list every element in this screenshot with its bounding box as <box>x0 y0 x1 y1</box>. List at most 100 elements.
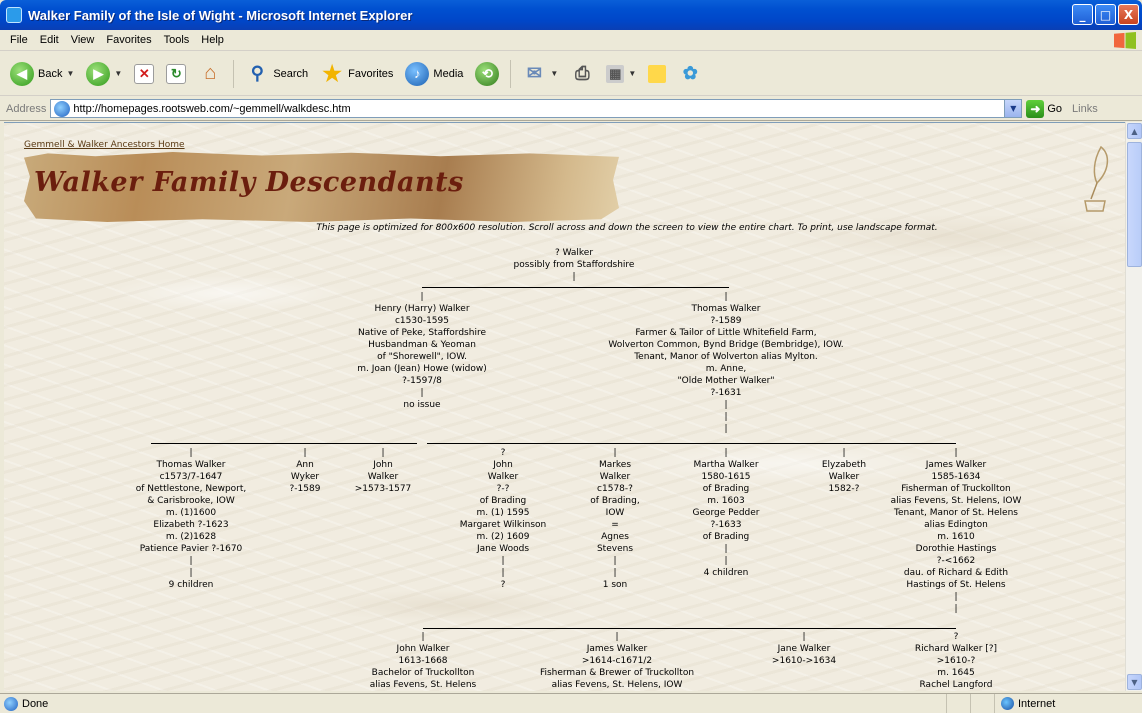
tree-connector <box>427 443 956 444</box>
go-label: Go <box>1047 102 1063 115</box>
stop-button[interactable]: ✕ <box>130 62 158 86</box>
tree-line-text: Tenant, Manor of St. Helens <box>894 508 1018 518</box>
scroll-thumb[interactable] <box>1127 142 1142 267</box>
menu-edit[interactable]: Edit <box>34 34 65 46</box>
tree-line-text: Hastings of St. Helens <box>906 580 1006 590</box>
home-link[interactable]: Gemmell & Walker Ancestors Home <box>24 140 185 150</box>
star-icon: ★ <box>322 60 343 86</box>
tree-node-gen4: ? Richard Walker [?] >1610-? m. 1645 Rachel … <box>806 631 1106 691</box>
window-title: Walker Family of the Isle of Wight - Mic… <box>28 7 413 23</box>
scroll-up-button[interactable]: ▲ <box>1127 123 1142 139</box>
menu-help[interactable]: Help <box>195 34 230 46</box>
toolbar-separator <box>233 59 235 88</box>
tree-line-text: alias Fevens, St. Helens, IOW <box>551 680 683 690</box>
edit-icon: ▦ <box>606 64 625 83</box>
search-button[interactable]: ⚲ Search <box>241 60 312 88</box>
tree-line-text: ?-1589 <box>710 316 742 326</box>
tree-line-text: | <box>954 592 958 602</box>
tree-line-text: | <box>189 568 193 578</box>
tree-node-thomas-sr: | Thomas Walker ?-1589 Farmer & Tailor of L… <box>576 291 876 435</box>
tree-line-text: alias Edington <box>924 520 988 530</box>
tree-line-text: m. Anne, <box>705 364 747 374</box>
tree-line-text: ? <box>953 632 959 642</box>
chevron-down-icon[interactable]: ▼ <box>628 69 636 78</box>
tree-connector <box>423 628 956 629</box>
close-button[interactable]: X <box>1118 4 1139 25</box>
tree-line-text: | <box>572 272 576 282</box>
go-button[interactable]: ➜ Go <box>1026 99 1063 118</box>
tree-line-text: m. 1610 <box>937 532 975 542</box>
menu-favorites[interactable]: Favorites <box>100 34 157 46</box>
tree-line-text: Rachel Langford <box>919 680 993 690</box>
tree-line-text: | <box>189 556 193 566</box>
tree-connector <box>151 443 417 444</box>
tree-line-text: Henry (Harry) Walker <box>374 304 470 314</box>
home-button[interactable]: ⌂ <box>194 60 226 88</box>
tree-line-text: "Olde Mother Walker" <box>677 376 775 386</box>
mail-icon: ✉ <box>526 63 542 83</box>
maximize-button[interactable]: □ <box>1095 4 1116 25</box>
address-label: Address <box>6 102 47 115</box>
home-icon: ⌂ <box>204 62 217 84</box>
back-arrow-icon: ◀ <box>10 61 34 86</box>
tree-connector <box>422 287 729 288</box>
chevron-down-icon[interactable]: ▼ <box>66 69 74 78</box>
discuss-button[interactable] <box>644 63 670 85</box>
chevron-down-icon[interactable]: ▼ <box>1004 100 1022 117</box>
tree-line-text: | <box>724 412 728 422</box>
chevron-down-icon[interactable]: ▼ <box>114 69 122 78</box>
tree-line-text: possibly from Staffordshire <box>513 260 635 270</box>
tree-line-text: c1530-1595 <box>394 316 449 326</box>
status-bar: Done Internet <box>0 693 1142 713</box>
refresh-button[interactable]: ↻ <box>162 62 190 86</box>
tree-line-text: | <box>724 400 728 410</box>
messenger-button[interactable]: ✿ <box>674 60 706 88</box>
forward-arrow-icon: ▶ <box>86 61 111 86</box>
tree-line-text: Richard Walker [?] <box>914 644 998 654</box>
quill-icon <box>1084 145 1109 212</box>
menu-file[interactable]: File <box>4 34 34 46</box>
tree-line-text: | <box>420 292 424 302</box>
scroll-down-button[interactable]: ▼ <box>1127 674 1142 690</box>
address-bar: Address ▼ ➜ Go Links <box>0 97 1142 121</box>
page-content[interactable]: Gemmell & Walker Ancestors Home Walker F… <box>4 122 1125 691</box>
resolution-notice: This page is optimized for 800x600 resol… <box>316 223 938 233</box>
back-button[interactable]: ◀ Back ▼ <box>6 60 78 88</box>
address-field[interactable]: ▼ <box>50 99 1023 118</box>
forward-button[interactable]: ▶ ▼ <box>82 60 126 88</box>
minimize-button[interactable]: _ <box>1072 4 1093 25</box>
note-icon <box>648 64 667 83</box>
tree-line-text: | <box>724 292 728 302</box>
page-icon <box>54 100 71 117</box>
tree-line-text: alias Fevens, St. Helens, IOW <box>890 496 1022 506</box>
menu-bar: File Edit View Favorites Tools Help <box>0 30 1142 51</box>
url-input[interactable] <box>73 102 974 115</box>
edit-button[interactable]: ▦ ▼ <box>602 63 640 85</box>
print-button[interactable]: ⎙ <box>566 60 598 88</box>
mail-button[interactable]: ✉ ▼ <box>518 60 562 88</box>
history-icon: ⟲ <box>475 61 500 86</box>
favorites-button[interactable]: ★ Favorites <box>316 60 397 88</box>
history-button[interactable]: ⟲ <box>471 60 503 88</box>
tree-line-text: Fisherman of Truckollton <box>901 484 1011 494</box>
tree-line-text: m. Joan (Jean) Howe (widow) <box>357 364 487 374</box>
page-title: Walker Family Descendants <box>34 167 464 198</box>
tree-line-text: Wolverton Common, Bynd Bridge (Bembridge… <box>608 340 844 350</box>
menu-view[interactable]: View <box>65 34 101 46</box>
links-button[interactable]: Links <box>1072 103 1098 115</box>
tree-line-text: James Walker <box>925 460 987 470</box>
media-button[interactable]: ♪ Media <box>401 60 467 88</box>
tree-line-text: | <box>954 448 958 458</box>
vertical-scrollbar[interactable]: ▲ ▼ <box>1125 122 1142 691</box>
tree-line-text: Native of Peke, Staffordshire <box>358 328 486 338</box>
tree-line-text: & Carisbrooke, IOW <box>147 496 235 506</box>
tree-line-text: no issue <box>403 400 441 410</box>
chevron-down-icon[interactable]: ▼ <box>550 69 558 78</box>
toolbar: ◀ Back ▼ ▶ ▼ ✕ ↻ ⌂ ⚲ Search ★ Favorites … <box>0 52 1142 96</box>
menu-tools[interactable]: Tools <box>158 34 196 46</box>
tree-node-root: ? Walker possibly from Staffordshire | <box>424 247 724 283</box>
ie-icon <box>6 7 22 23</box>
tree-line-text: Tenant, Manor of Wolverton alias Mylton. <box>634 352 818 362</box>
media-label: Media <box>433 67 464 80</box>
title-bar: Walker Family of the Isle of Wight - Mic… <box>0 0 1142 30</box>
